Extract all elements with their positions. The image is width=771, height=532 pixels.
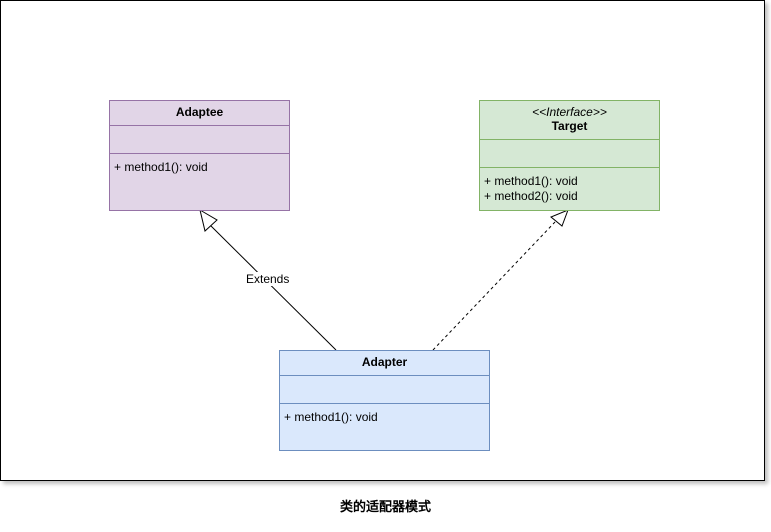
extends-edge-line[interactable] [208,223,337,351]
adapter-class-header: Adapter [280,351,489,376]
diagram-caption: 类的适配器模式 [339,499,431,514]
adaptee-class-header: Adaptee [110,101,289,126]
target-operation: + method1(): void [484,174,578,188]
adapter-operations-section: + method1(): void [280,404,489,425]
target-interface-name: Target [551,119,588,133]
interface-stereotype: <<Interface>> [532,105,607,119]
target-attributes-section [480,140,659,168]
adapter-attributes-section [280,376,489,404]
target-interface-header: <<Interface>> Target [480,101,659,140]
adaptee-class[interactable]: Adaptee + method1(): void [109,100,290,211]
connectors [199,208,569,351]
adaptee-operation: + method1(): void [114,160,208,174]
target-interface[interactable]: <<Interface>> Target + method1(): void +… [479,100,660,211]
realization-edge-line[interactable] [432,221,556,351]
adapter-class-name: Adapter [361,355,408,369]
extends-arrowhead [199,208,218,232]
adaptee-operations-section: + method1(): void [110,154,289,175]
adaptee-attributes-section [110,126,289,154]
adaptee-class-name: Adaptee [175,105,224,119]
adapter-operation: + method1(): void [284,410,378,424]
extends-label: Extends [244,272,292,286]
target-operation: + method2(): void [484,189,578,203]
target-operations-section: + method1(): void + method2(): void [480,168,659,204]
adapter-class[interactable]: Adapter + method1(): void [279,350,490,451]
